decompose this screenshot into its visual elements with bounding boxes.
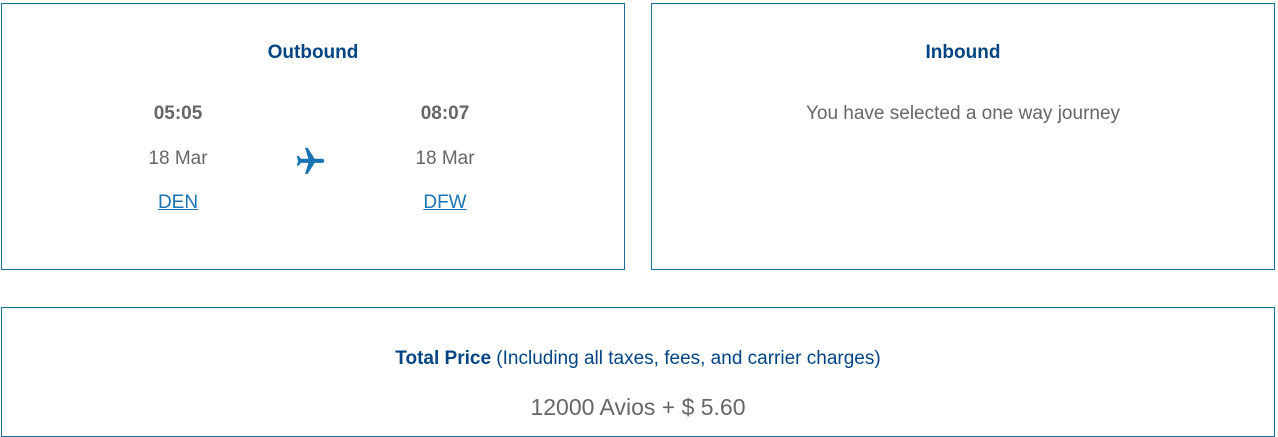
outbound-title: Outbound <box>267 42 359 63</box>
departure-airport: DEN <box>98 192 258 214</box>
inbound-title: Inbound <box>925 42 1001 63</box>
departure-airport-link[interactable]: DEN <box>158 192 198 213</box>
total-price-value: 12000 Avios + $ 5.60 <box>530 394 746 420</box>
total-price-note: (Including all taxes, fees, and carrier … <box>496 348 881 369</box>
airplane-icon <box>296 147 325 174</box>
total-price-label: Total Price <box>395 348 492 369</box>
outbound-panel: Outbound 05:05 18 Mar DEN 08:07 18 Mar D… <box>1 3 625 270</box>
arrival-info: 08:07 18 Mar DFW <box>365 103 525 214</box>
arrival-time: 08:07 <box>420 103 470 124</box>
departure-info: 05:05 18 Mar DEN <box>98 103 258 214</box>
one-way-message: You have selected a one way journey <box>805 103 1121 124</box>
arrival-date: 18 Mar <box>415 148 475 169</box>
departure-date: 18 Mar <box>148 148 208 169</box>
departure-time: 05:05 <box>153 103 203 124</box>
total-price-heading: Total Price (Including all taxes, fees, … <box>2 348 1274 370</box>
arrival-airport: DFW <box>365 192 525 214</box>
inbound-panel: Inbound You have selected a one way jour… <box>651 3 1275 270</box>
total-price-panel: Total Price (Including all taxes, fees, … <box>1 307 1275 437</box>
arrival-airport-link[interactable]: DFW <box>423 192 466 213</box>
